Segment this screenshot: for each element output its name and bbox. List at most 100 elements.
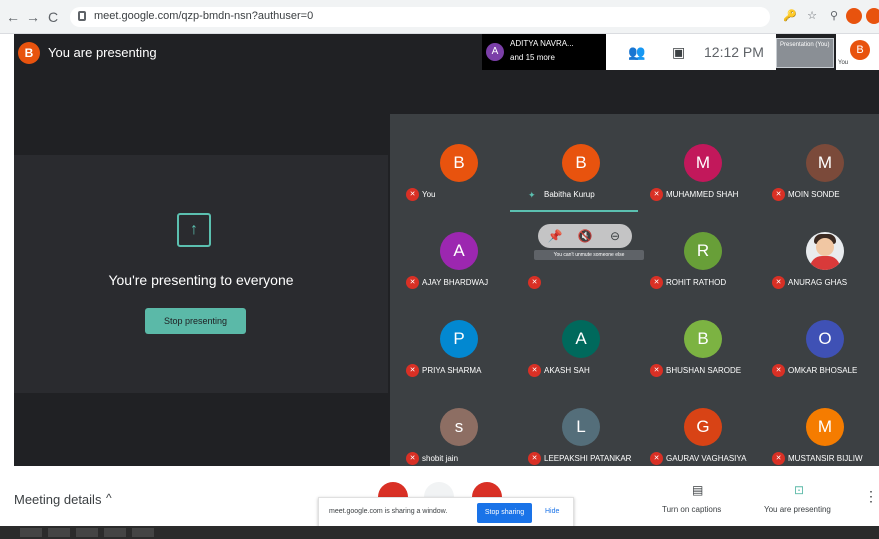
participants-chip[interactable]: A ADITYA NAVRA... and 15 more <box>482 34 606 70</box>
participant-tile[interactable]: O ✕ OMKAR BHOSALE <box>762 300 879 388</box>
remove-icon[interactable]: ⊖ <box>606 227 624 245</box>
participant-tile[interactable]: L ✕ LEEPAKSHI PATANKAR <box>518 388 640 476</box>
present-now-label[interactable]: You are presenting <box>764 505 831 514</box>
captions-icon[interactable]: ▤ <box>692 483 703 497</box>
presenting-message: You're presenting to everyone <box>108 272 294 288</box>
captions-label[interactable]: Turn on captions <box>662 505 721 514</box>
taskbar-item[interactable] <box>20 528 42 537</box>
os-taskbar <box>0 526 879 539</box>
meet-topbar: B You are presenting A ADITYA NAVRA... a… <box>14 34 879 70</box>
participant-avatar: A <box>440 232 478 270</box>
you-avatar: B <box>850 40 870 60</box>
extension2-icon[interactable]: ● <box>866 8 879 24</box>
mic-off-icon: ✕ <box>528 364 541 377</box>
chat-icon[interactable]: ▣ <box>672 44 685 61</box>
participant-avatar: R <box>684 232 722 270</box>
participant-name: shobit jain <box>422 454 459 463</box>
mic-off-icon: ✕ <box>772 276 785 289</box>
participant-tile[interactable]: P ✕ PRIYA SHARMA <box>396 300 518 388</box>
address-bar[interactable]: meet.google.com/qzp-bmdn-nsn?authuser=0 <box>70 7 770 27</box>
lock-icon <box>78 11 86 21</box>
sharing-message: meet.google.com is sharing a window. <box>329 508 448 515</box>
stop-presenting-button[interactable]: Stop presenting <box>145 308 246 334</box>
stop-sharing-button[interactable]: Stop sharing <box>477 503 532 523</box>
taskbar-item[interactable] <box>104 528 126 537</box>
hide-link[interactable]: Hide <box>545 508 559 515</box>
participant-avatar: B <box>562 144 600 182</box>
meet-top-controls: 👥 ▣ 12:12 PM <box>606 34 776 70</box>
sharing-banner: meet.google.com is sharing a window. Sto… <box>318 497 574 527</box>
forward-icon[interactable]: → <box>26 9 40 25</box>
participant-tile[interactable]: B ✦ Babitha Kurup <box>510 124 640 212</box>
pin-icon[interactable]: 📌 <box>546 227 564 245</box>
taskbar-item[interactable] <box>76 528 98 537</box>
star-icon[interactable]: ☆ <box>804 8 820 24</box>
meet-stage: B You are presenting A ADITYA NAVRA... a… <box>14 34 879 466</box>
key-icon[interactable]: 🔑 <box>782 8 798 24</box>
participant-tile[interactable]: M ✕ MOIN SONDE <box>762 124 879 212</box>
participant-name: MUSTANSIR BIJLIW <box>788 454 863 463</box>
participant-grid: B ✕ You B ✦ Babitha Kurup M ✕ MUHAMMED SHAH M ✕ MOI… <box>390 114 879 466</box>
extension-icon[interactable]: ⚲ <box>826 8 842 24</box>
participant-name: PRIYA SHARMA <box>422 366 482 375</box>
participant-tile[interactable]: A ✕ AJAY BHARDWAJ <box>396 212 518 300</box>
mic-off-icon: ✕ <box>650 364 663 377</box>
taskbar-item[interactable] <box>132 528 154 537</box>
participant-name: GAURAV VAGHASIYA <box>666 454 747 463</box>
participant-tile[interactable]: s ✕ shobit jain <box>396 388 518 476</box>
mic-off-icon: ✕ <box>650 452 663 465</box>
tooltip: You can't unmute someone else <box>534 250 644 260</box>
participant-name: Babitha Kurup <box>544 190 595 199</box>
participant-avatar: L <box>562 408 600 446</box>
profile-icon[interactable]: ● <box>846 8 862 24</box>
url-text: meet.google.com/qzp-bmdn-nsn?authuser=0 <box>94 10 314 22</box>
participant-avatar: A <box>562 320 600 358</box>
mute-icon[interactable]: 🔇 <box>576 227 594 245</box>
mic-off-icon: ✕ <box>406 364 419 377</box>
participant-name: AJAY BHARDWAJ <box>422 278 489 287</box>
meeting-details-button[interactable]: Meeting details <box>14 492 101 507</box>
participant-name: You <box>422 190 436 199</box>
participant-tile[interactable]: G ✕ GAURAV VAGHASIYA <box>640 388 762 476</box>
participant-avatar: B <box>440 144 478 182</box>
presentation-thumbnail[interactable]: Presentation (You) <box>776 38 834 68</box>
you-chip[interactable]: B You <box>836 34 879 70</box>
participant-tile[interactable]: M ✕ MUSTANSIR BIJLIW <box>762 388 879 476</box>
participant-avatar: M <box>684 144 722 182</box>
present-now-icon[interactable]: ⊡ <box>794 483 804 497</box>
chevron-up-icon[interactable]: ^ <box>106 491 112 505</box>
participant-name: OMKAR BHOSALE <box>788 366 858 375</box>
participant-name: BHUSHAN SARODE <box>666 366 742 375</box>
people-icon[interactable]: 👥 <box>628 44 645 61</box>
reload-icon[interactable]: C <box>48 9 58 25</box>
presentation-label: Presentation (You) <box>780 42 830 48</box>
participant-avatar: A <box>486 43 504 61</box>
participant-tile[interactable]: ✕ ANURAG GHAS <box>762 212 879 300</box>
participant-photo <box>806 232 844 270</box>
participant-tile[interactable]: B ✕ BHUSHAN SARODE <box>640 300 762 388</box>
participant-tile[interactable]: A ✕ AKASH SAH <box>518 300 640 388</box>
speaking-indicator-icon: ✦ <box>528 190 536 200</box>
browser-toolbar: ← → C meet.google.com/qzp-bmdn-nsn?authu… <box>0 0 879 34</box>
participant-tile[interactable]: B ✕ You <box>396 124 518 212</box>
participant-more: and 15 more <box>510 53 555 62</box>
present-screen-icon: ↑ <box>177 213 211 247</box>
participant-avatar: B <box>684 320 722 358</box>
hover-icon-bar: 📌 🔇 ⊖ <box>538 224 632 248</box>
participant-name: MOIN SONDE <box>788 190 840 199</box>
mic-off-icon: ✕ <box>406 188 419 201</box>
mic-off-icon: ✕ <box>772 364 785 377</box>
clock: 12:12 PM <box>704 44 764 60</box>
taskbar-item[interactable] <box>48 528 70 537</box>
mic-off-icon: ✕ <box>406 452 419 465</box>
back-icon[interactable]: ← <box>6 9 20 25</box>
more-options-icon[interactable]: ⋮ <box>864 488 878 505</box>
participant-tile[interactable]: R ✕ ROHIT RATHOD <box>640 212 762 300</box>
participant-tile[interactable]: M ✕ MUHAMMED SHAH <box>640 124 762 212</box>
participant-name: MUHAMMED SHAH <box>666 190 739 199</box>
participant-name: AKASH SAH <box>544 366 590 375</box>
participant-hover-controls: 📌 🔇 ⊖ You can't unmute someone else <box>534 224 644 260</box>
screen: ← → C meet.google.com/qzp-bmdn-nsn?authu… <box>0 0 879 539</box>
meet-bottom-bar: Meeting details ^ meet.google.com is sha… <box>0 466 879 527</box>
participant-name: ROHIT RATHOD <box>666 278 727 287</box>
